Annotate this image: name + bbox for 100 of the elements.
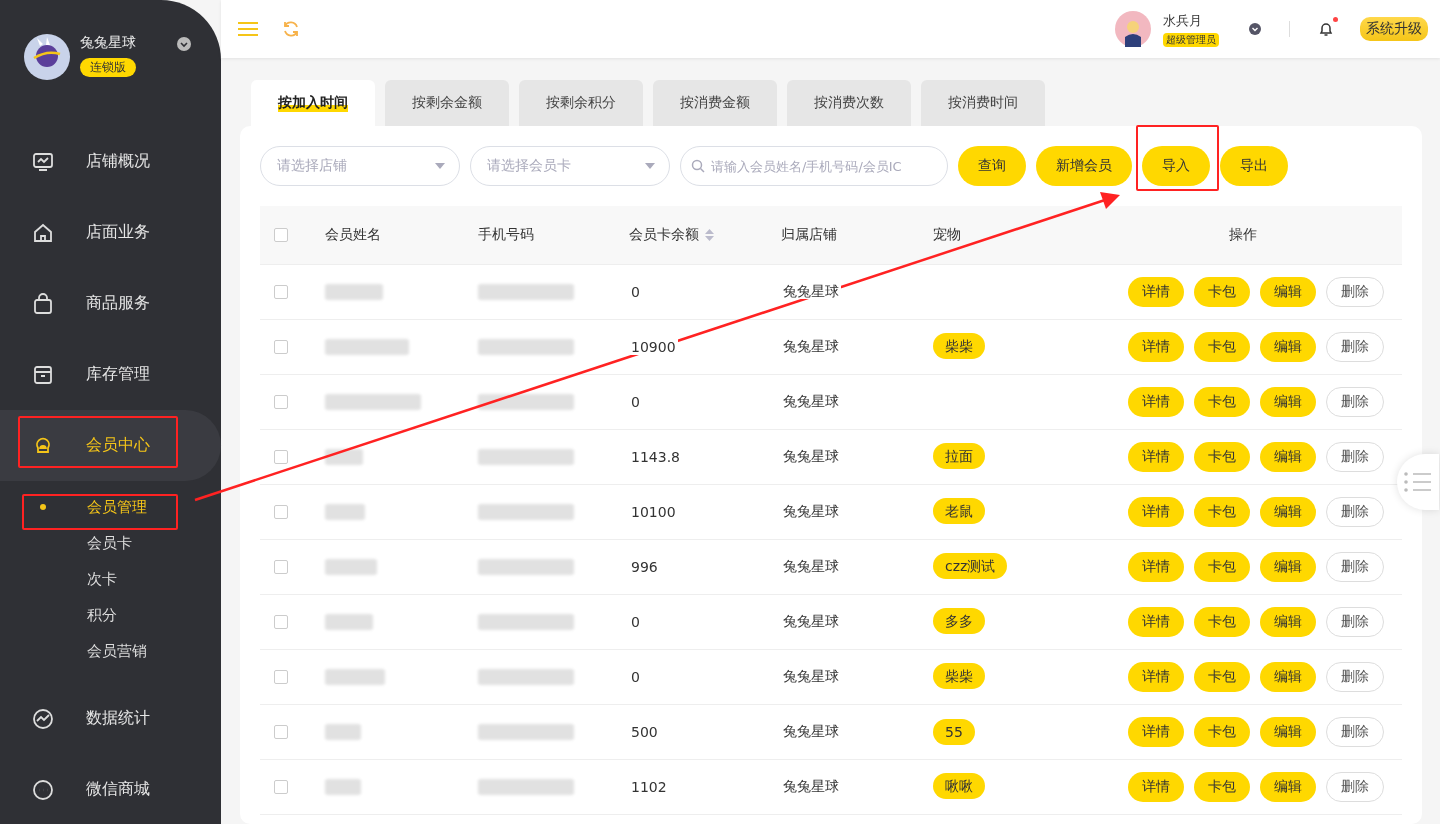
submenu-item[interactable]: 会员管理 xyxy=(0,489,221,525)
row-action-button[interactable]: 删除 xyxy=(1326,387,1384,417)
store-cell: 兔兔星球 xyxy=(781,338,841,354)
menu-icon[interactable] xyxy=(238,21,258,37)
row-action-button[interactable]: 详情 xyxy=(1128,387,1184,417)
row-action-button[interactable]: 编辑 xyxy=(1260,497,1316,527)
row-action-button[interactable]: 卡包 xyxy=(1194,497,1250,527)
row-checkbox[interactable] xyxy=(274,670,288,684)
row-action-button[interactable]: 删除 xyxy=(1326,717,1384,747)
submenu-item[interactable]: 积分 xyxy=(0,597,221,633)
sidebar-item[interactable]: 商品服务 xyxy=(0,268,221,339)
column-header: 归属店铺 xyxy=(781,226,837,242)
balance-cell: 1143.8 xyxy=(629,449,682,465)
row-action-button[interactable]: 卡包 xyxy=(1194,277,1250,307)
blurred-name xyxy=(325,614,373,630)
tab[interactable]: 按消费次数 xyxy=(787,80,911,126)
row-action-button[interactable]: 详情 xyxy=(1128,277,1184,307)
tab[interactable]: 按消费金额 xyxy=(653,80,777,126)
upgrade-button[interactable]: 系统升级 xyxy=(1360,17,1428,41)
refresh-icon[interactable] xyxy=(282,20,300,38)
row-action-button[interactable]: 详情 xyxy=(1128,772,1184,802)
row-action-button[interactable]: 删除 xyxy=(1326,772,1384,802)
row-action-button[interactable]: 详情 xyxy=(1128,607,1184,637)
action-button[interactable]: 导出 xyxy=(1220,146,1288,186)
sidebar-item[interactable]: 会员中心 xyxy=(0,410,221,481)
tab[interactable]: 按剩余积分 xyxy=(519,80,643,126)
column-header: 操作 xyxy=(1228,226,1257,242)
menu-icon xyxy=(32,778,54,801)
row-action-button[interactable]: 详情 xyxy=(1128,662,1184,692)
balance-cell: 0 xyxy=(629,669,642,685)
row-action-button[interactable]: 编辑 xyxy=(1260,772,1316,802)
row-checkbox[interactable] xyxy=(274,395,288,409)
pet-tag: 柴柴 xyxy=(933,663,985,689)
row-action-button[interactable]: 删除 xyxy=(1326,442,1384,472)
row-checkbox[interactable] xyxy=(274,450,288,464)
row-checkbox[interactable] xyxy=(274,505,288,519)
row-action-button[interactable]: 删除 xyxy=(1326,662,1384,692)
caret-icon xyxy=(435,163,445,169)
menu-icon xyxy=(32,363,54,386)
sidebar-item[interactable]: 微信商城 xyxy=(0,754,221,824)
row-action-button[interactable]: 编辑 xyxy=(1260,332,1316,362)
row-action-button[interactable]: 删除 xyxy=(1326,607,1384,637)
search-icon xyxy=(691,159,705,173)
row-action-button[interactable]: 卡包 xyxy=(1194,607,1250,637)
tab[interactable]: 按剩余金额 xyxy=(385,80,509,126)
row-action-button[interactable]: 详情 xyxy=(1128,497,1184,527)
row-action-button[interactable]: 卡包 xyxy=(1194,772,1250,802)
chevron-down-icon[interactable] xyxy=(1249,23,1261,35)
submenu-item[interactable]: 会员卡 xyxy=(0,525,221,561)
submenu-item[interactable]: 次卡 xyxy=(0,561,221,597)
row-action-button[interactable]: 详情 xyxy=(1128,717,1184,747)
menu-label: 店铺概况 xyxy=(86,151,150,172)
sidebar-item[interactable]: 库存管理 xyxy=(0,339,221,410)
store-cell: 兔兔星球 xyxy=(781,613,841,629)
menu-label: 数据统计 xyxy=(86,708,150,729)
row-action-button[interactable]: 详情 xyxy=(1128,442,1184,472)
row-action-button[interactable]: 详情 xyxy=(1128,552,1184,582)
row-checkbox[interactable] xyxy=(274,560,288,574)
row-action-button[interactable]: 卡包 xyxy=(1194,662,1250,692)
chevron-down-icon[interactable] xyxy=(177,37,191,51)
balance-cell: 10900 xyxy=(629,339,678,355)
sidebar-item[interactable]: 数据统计 xyxy=(0,683,221,754)
row-action-button[interactable]: 卡包 xyxy=(1194,717,1250,747)
row-action-button[interactable]: 删除 xyxy=(1326,332,1384,362)
column-header[interactable]: 会员卡余额 xyxy=(629,226,699,244)
pet-tag: 柴柴 xyxy=(933,333,985,359)
row-action-button[interactable]: 编辑 xyxy=(1260,277,1316,307)
action-button[interactable]: 导入 xyxy=(1142,146,1210,186)
row-action-button[interactable]: 删除 xyxy=(1326,552,1384,582)
row-action-button[interactable]: 编辑 xyxy=(1260,662,1316,692)
row-action-button[interactable]: 编辑 xyxy=(1260,607,1316,637)
tab[interactable]: 按消费时间 xyxy=(921,80,1045,126)
sidebar-item[interactable]: 店面业务 xyxy=(0,197,221,268)
row-checkbox[interactable] xyxy=(274,725,288,739)
row-action-button[interactable]: 卡包 xyxy=(1194,552,1250,582)
submenu-item[interactable]: 会员营销 xyxy=(0,633,221,669)
store-cell: 兔兔星球 xyxy=(781,668,841,684)
row-action-button[interactable]: 删除 xyxy=(1326,277,1384,307)
blurred-name xyxy=(325,669,385,685)
sidebar-item[interactable]: 店铺概况 xyxy=(0,126,221,197)
sort-icon[interactable] xyxy=(705,229,714,241)
action-button[interactable]: 查询 xyxy=(958,146,1026,186)
row-checkbox[interactable] xyxy=(274,340,288,354)
row-checkbox[interactable] xyxy=(274,615,288,629)
row-action-button[interactable]: 卡包 xyxy=(1194,387,1250,417)
row-action-button[interactable]: 编辑 xyxy=(1260,442,1316,472)
checkbox[interactable] xyxy=(274,228,288,242)
bell-icon[interactable] xyxy=(1318,21,1334,37)
row-checkbox[interactable] xyxy=(274,285,288,299)
row-action-button[interactable]: 删除 xyxy=(1326,497,1384,527)
search-field[interactable]: 请输入会员姓名/手机号码/会员IC xyxy=(680,146,948,186)
row-action-button[interactable]: 详情 xyxy=(1128,332,1184,362)
menu-label: 微信商城 xyxy=(86,779,150,800)
row-action-button[interactable]: 编辑 xyxy=(1260,387,1316,417)
row-action-button[interactable]: 卡包 xyxy=(1194,332,1250,362)
row-action-button[interactable]: 卡包 xyxy=(1194,442,1250,472)
action-button[interactable]: 新增会员 xyxy=(1036,146,1132,186)
row-action-button[interactable]: 编辑 xyxy=(1260,552,1316,582)
row-action-button[interactable]: 编辑 xyxy=(1260,717,1316,747)
row-checkbox[interactable] xyxy=(274,780,288,794)
